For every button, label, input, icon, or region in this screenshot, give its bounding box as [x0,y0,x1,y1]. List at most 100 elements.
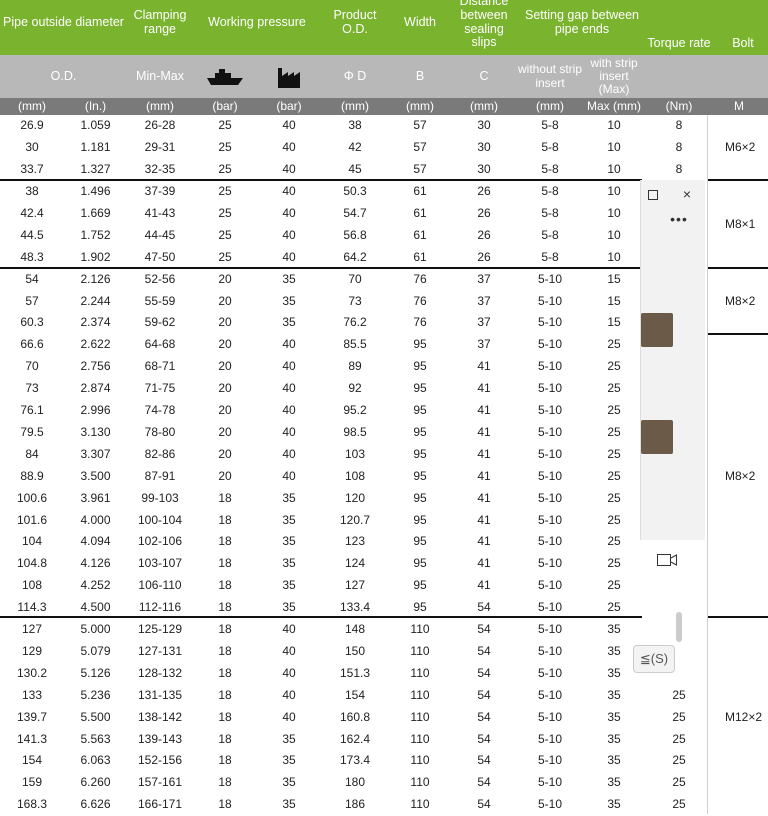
table-cell: 5.500 [80,709,111,724]
table-cell: 38 [348,118,362,133]
table-cell: 30 [477,118,491,133]
table-cell: 26 [477,184,491,199]
unit-label: (mm) [470,98,498,113]
bolt-label: M8×2 [725,468,756,483]
table-cell: 35 [282,534,296,549]
table-cell: 2.244 [80,293,111,308]
bolt-divider [708,333,768,335]
table-cell: 61 [413,249,427,264]
table-cell: 10 [607,140,621,155]
table-cell: 35 [282,578,296,593]
ship-icon [205,62,245,92]
send-button[interactable]: ≦ (S) [633,645,675,673]
table-cell: 61 [413,227,427,242]
table-cell: 20 [218,359,232,374]
table-cell: 40 [282,162,296,177]
table-cell: 25 [607,424,621,439]
table-cell: 1.752 [80,227,111,242]
table-cell: 26 [477,205,491,220]
header-bolt: Bolt [732,36,754,51]
table-cell: 139-143 [137,731,183,746]
table-cell: 25 [672,687,686,702]
table-cell: 64-68 [144,337,176,352]
more-icon[interactable]: ••• [666,212,692,228]
table-cell: 42.4 [20,205,44,220]
table-cell: 129 [21,643,43,658]
header-pipe-od: Pipe outside diameter [3,14,124,29]
table-cell: 56.8 [343,227,367,242]
table-cell: 25 [607,446,621,461]
unit-label: (mm) [406,98,434,113]
table-cell: 157-161 [137,775,183,790]
table-cell: 61 [413,205,427,220]
table-cell: 5-10 [537,534,563,549]
table-cell: 40 [282,687,296,702]
close-icon[interactable]: × [678,186,696,204]
table-cell: 103 [344,446,366,461]
table-cell: 25 [607,578,621,593]
table-cell: 35 [282,753,296,768]
table-cell: 5.000 [80,622,111,637]
table-cell: 152-156 [137,753,183,768]
table-cell: 40 [282,403,296,418]
table-cell: 37 [477,293,491,308]
chat-image-thumbnail[interactable] [641,420,673,454]
table-cell: 25 [672,775,686,790]
table-cell: 18 [218,731,232,746]
table-cell: 2.996 [80,403,111,418]
table-cell: 54 [477,731,491,746]
sub-phi-d: Φ D [343,68,367,83]
table-cell: 180 [344,775,366,790]
table-cell: 59-62 [144,315,176,330]
header-product-od: Product O.D. [333,7,377,36]
table-cell: 95 [413,534,427,549]
table-cell: 18 [218,775,232,790]
table-cell: 41 [477,446,491,461]
table-cell: 110 [410,622,430,637]
table-cell: 35 [607,731,621,746]
table-cell: 5-10 [537,665,563,680]
table-cell: 37 [477,271,491,286]
send-label: (S) [650,650,669,666]
table-cell: 15 [607,293,621,308]
table-cell: 168.3 [16,797,48,812]
table-cell: 79.5 [20,424,44,439]
table-cell: 186 [344,797,366,812]
header-width: Width [404,14,436,29]
table-cell: 95 [413,381,427,396]
table-cell: 35 [607,797,621,812]
table-cell: 95 [413,468,427,483]
table-cell: 35 [607,753,621,768]
table-cell: 5-10 [537,271,563,286]
table-cell: 20 [218,293,232,308]
table-cell: 40 [282,468,296,483]
table-cell: 20 [218,424,232,439]
factory-icon [274,62,304,92]
table-cell: 5-10 [537,687,563,702]
table-cell: 25 [672,797,686,812]
table-cell: 6.260 [80,775,111,790]
table-cell: 159 [21,775,43,790]
table-cell: 40 [282,446,296,461]
table-cell: 88.9 [20,468,44,483]
scrollbar-thumb[interactable] [676,612,682,642]
table-cell: 41 [477,534,491,549]
table-cell: 25 [607,512,621,527]
table-cell: 124 [344,556,366,571]
table-cell: 166-171 [137,797,183,812]
video-icon[interactable] [655,551,679,569]
table-cell: 2.374 [80,315,111,330]
table-cell: 5-10 [537,797,563,812]
table-cell: 5-8 [541,205,559,220]
table-cell: 57 [413,162,427,177]
table-cell: 68-71 [144,359,176,374]
table-cell: 3.961 [80,490,111,505]
table-cell: 1.327 [80,162,111,177]
table-cell: 154 [344,687,366,702]
restore-icon[interactable] [644,186,662,204]
table-cell: 35 [607,775,621,790]
table-cell: 35 [282,775,296,790]
header-setting-gap: Setting gap between pipe ends [525,7,639,36]
chat-image-thumbnail[interactable] [641,313,673,347]
table-cell: 25 [218,162,232,177]
